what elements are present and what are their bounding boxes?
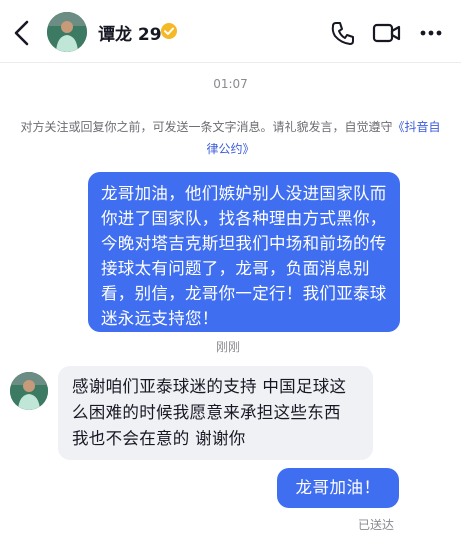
- timestamp: 01:07: [213, 77, 248, 91]
- more-icon[interactable]: [420, 22, 442, 44]
- verified-badge-icon: [161, 23, 177, 39]
- outgoing-message-bubble[interactable]: 龙哥加油！: [277, 468, 399, 508]
- message-status: 刚刚: [216, 340, 241, 354]
- contact-name: 谭龙 29: [98, 25, 162, 45]
- avatar-photo-icon: [10, 372, 48, 410]
- back-arrow-icon[interactable]: [10, 18, 34, 48]
- phone-icon[interactable]: [330, 20, 356, 46]
- header-divider: [0, 62, 461, 63]
- notice-text: 对方关注或回复你之前，可发送一条文字消息。请礼貌发言，自觉遵守: [20, 120, 393, 134]
- avatar-photo-icon: [47, 12, 87, 52]
- avatar[interactable]: [47, 12, 87, 52]
- chat-header: 谭龙 29: [0, 0, 461, 62]
- incoming-message-bubble[interactable]: 感谢咱们亚泰球迷的支持 中国足球这么困难的时候我愿意来承担这些东西 我也不会在意…: [58, 366, 373, 460]
- video-call-icon[interactable]: [372, 22, 402, 44]
- contact-avatar[interactable]: [10, 372, 48, 410]
- outgoing-message-bubble[interactable]: 龙哥加油，他们嫉妒别人没进国家队而你进了国家队，找各种理由方式黑你，今晚对塔吉克…: [88, 172, 400, 332]
- message-status: 已送达: [358, 518, 395, 532]
- system-notice: 对方关注或回复你之前，可发送一条文字消息。请礼貌发言，自觉遵守《抖音自律公约》: [20, 116, 441, 160]
